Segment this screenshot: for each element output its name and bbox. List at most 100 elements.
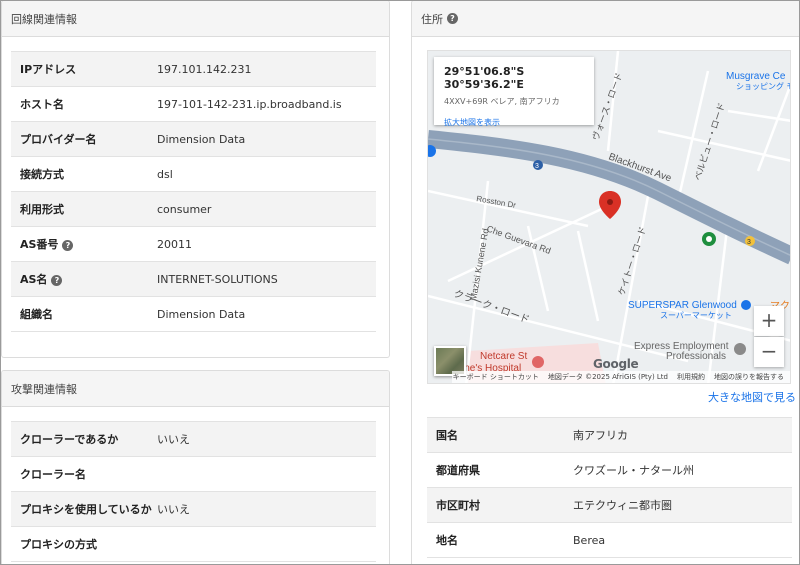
shop-icon [741,300,751,310]
row-key-label: プロキシを使用しているか [20,503,152,516]
row-value: consumer [157,191,376,227]
row-value: 197.101.142.231 [157,51,376,87]
row-key-label: IPアドレス [20,63,77,76]
row-key-label: 利用形式 [20,203,64,216]
row-key-label: ホスト名 [20,98,64,111]
park-pin-dot [706,236,712,242]
table-row: 市区町村 エテクウィニ都市圏 [427,487,792,523]
row-key: 国名 [427,417,573,453]
table-row: 地名 Berea [427,522,792,558]
keyboard-shortcut-link[interactable]: キーボード ショートカット [453,372,539,382]
row-key: 組織名 [11,296,157,332]
line-info-header: 回線関連情報 [2,1,389,37]
table-row: クローラー名 [11,456,376,492]
location-pin-dot [607,199,613,205]
help-icon[interactable]: ? [447,13,458,24]
help-icon[interactable]: ? [62,240,74,251]
row-key: IPアドレス [11,51,157,87]
row-key-label: 地名 [436,534,458,547]
line-info-panel: 回線関連情報 IPアドレス 197.101.142.231 ホスト名 197-101-… [1,0,390,358]
row-value [157,456,376,492]
row-key-label: 国名 [436,429,458,442]
row-key-label: 組織名 [20,308,53,321]
map-address: 4XXV+69R ベレア, 南アフリカ [444,97,560,106]
google-logo: Google [593,357,639,371]
map-info-box: 29°51'06.8"S 30°59'36.2"E 4XXV+69R ベレア, … [434,57,594,128]
row-key: クローラーであるか [11,421,157,457]
line-info-table: IPアドレス 197.101.142.231 ホスト名 197-101-142-231… [11,51,376,332]
table-row: 接続方式 dsl [11,156,376,192]
table-row: AS番号? 20011 [11,226,376,262]
label-professionals: Professionals [666,351,726,362]
row-key-label: 市区町村 [436,499,480,512]
table-row: AS名? INTERNET-SOLUTIONS [11,261,376,297]
table-row: クローラーであるか いいえ [11,421,376,457]
address-header: 住所 ? [412,1,800,37]
map-footer: キーボード ショートカット 地図データ ©2025 AfriGIS (Pty) … [452,371,790,383]
map-data-credit: 地図データ ©2025 AfriGIS (Pty) Ltd [547,373,668,381]
route-label-b: 3 [747,239,751,246]
table-row: 国名 南アフリカ [427,417,792,453]
row-key: AS名? [11,261,157,297]
attack-info-table: クローラーであるか いいえ クローラー名 プロキシを使用しているか いいえ プロキシの方式 [11,421,376,562]
row-key-label: 接続方式 [20,168,64,181]
route-label-a: 3 [535,163,539,170]
row-value: いいえ [157,421,376,457]
zoom-out-button[interactable]: − [754,337,784,367]
row-key: ホスト名 [11,86,157,122]
table-row: IPアドレス 197.101.142.231 [11,51,376,87]
table-row: ホスト名 197-101-142-231.ip.broadband.is [11,86,376,122]
enlarge-map-link[interactable]: 拡大地図を表示 [444,117,584,128]
row-value: 20011 [157,226,376,262]
row-key: 接続方式 [11,156,157,192]
row-value: INTERNET-SOLUTIONS [157,261,376,297]
terms-link[interactable]: 利用規約 [677,372,705,382]
row-value: Dimension Data [157,121,376,157]
row-key-label: AS番号 [20,238,59,251]
report-error-link[interactable]: 地図の誤りを報告する [714,372,784,382]
table-row: プロキシの方式 [11,526,376,562]
hospital-icon [532,356,544,368]
big-map-link[interactable]: 大きな地図で見る [708,389,796,405]
table-row: 利用形式 consumer [11,191,376,227]
office-icon [734,343,746,355]
row-value: 南アフリカ [573,417,792,453]
zoom-in-button[interactable]: + [754,306,784,336]
label-musgrave: Musgrave Ce [726,71,786,82]
table-row: プロバイダー名 Dimension Data [11,121,376,157]
map-coords: 29°51'06.8"S 30°59'36.2"E [444,65,525,91]
label-netcare: Netcare St [480,351,527,362]
row-value: Dimension Data [157,296,376,332]
label-musgrave-sub: ショッピング モ [736,81,791,91]
row-key-label: クローラーであるか [20,433,119,446]
help-icon[interactable]: ? [51,275,63,286]
row-value: dsl [157,156,376,192]
address-table: 国名 南アフリカ都道府県 クワズール・ナタール州市区町村 エテクウィニ都市圏地名 Ber… [427,417,792,558]
row-value [157,526,376,562]
address-title: 住所 [421,12,443,26]
row-value: いいえ [157,491,376,527]
table-row: 組織名 Dimension Data [11,296,376,332]
line-info-title: 回線関連情報 [11,12,77,26]
map-view[interactable]: 3 3 Blackhurst Ave Rosston Dr Mazisi Kun… [427,50,791,384]
row-key-label: 都道府県 [436,464,480,477]
row-key-label: クローラー名 [20,468,86,481]
row-key: AS番号? [11,226,157,262]
table-row: 都道府県 クワズール・ナタール州 [427,452,792,488]
row-key: 市区町村 [427,487,573,523]
row-key: プロキシの方式 [11,526,157,562]
row-key: 地名 [427,522,573,558]
row-value: クワズール・ナタール州 [573,452,792,488]
row-key-label: プロキシの方式 [20,538,97,551]
row-value: エテクウィニ都市圏 [573,487,792,523]
row-key: プロキシを使用しているか [11,491,157,527]
row-value: Berea [573,522,792,558]
label-superspar: SUPERSPAR Glenwood [628,300,737,311]
row-key-label: AS名 [20,273,48,286]
row-key: プロバイダー名 [11,121,157,157]
table-row: プロキシを使用しているか いいえ [11,491,376,527]
row-value: 197-101-142-231.ip.broadband.is [157,86,376,122]
row-key-label: プロバイダー名 [20,133,97,146]
row-key: クローラー名 [11,456,157,492]
row-key: 都道府県 [427,452,573,488]
